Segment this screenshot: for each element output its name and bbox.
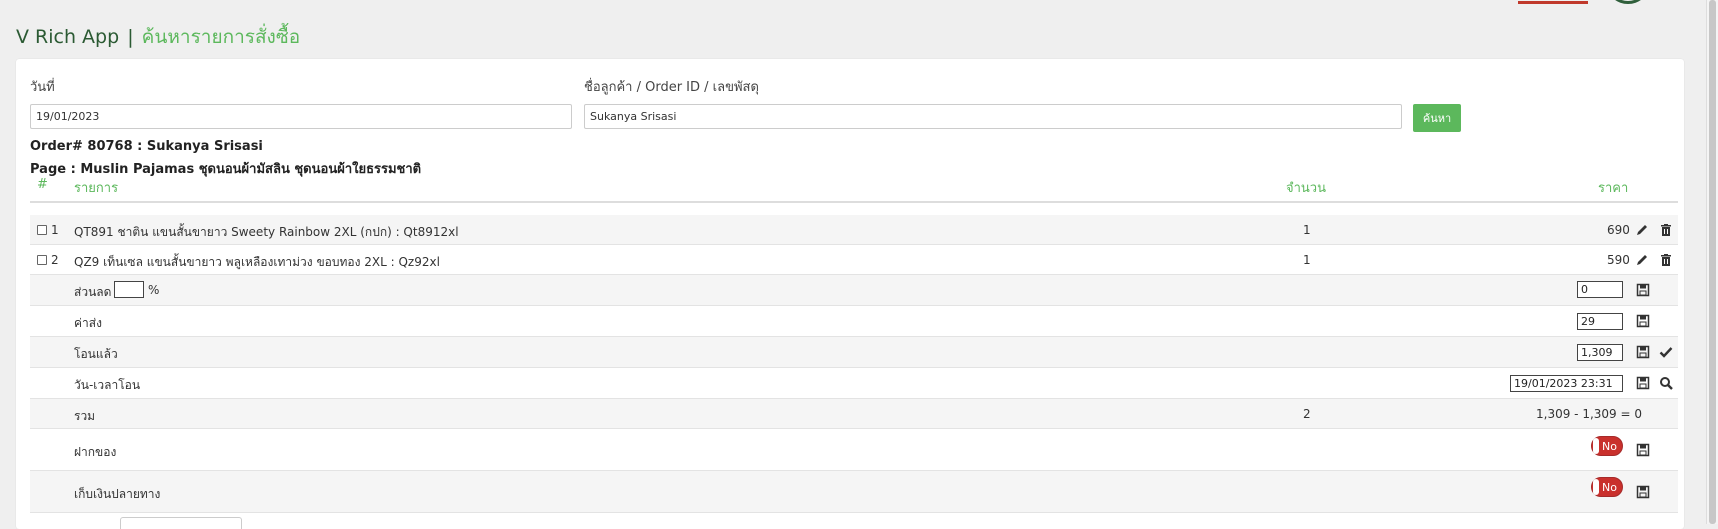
table-row-discount: ส่วนลด % — [30, 275, 1678, 306]
save-icon[interactable] — [1636, 314, 1650, 328]
discount-percent-input[interactable] — [114, 281, 144, 298]
save-icon[interactable] — [1636, 345, 1650, 359]
transfer-datetime-input[interactable] — [1510, 375, 1623, 392]
deposit-toggle-label: No — [1602, 440, 1617, 453]
header-separator: | — [127, 26, 134, 48]
item-price: 590 — [1607, 253, 1630, 267]
row-checkbox[interactable] — [37, 225, 47, 235]
delete-trash-icon[interactable] — [1659, 253, 1673, 267]
item-name: QT891 ชาติน แขนสั้นขายาว Sweety Rainbow … — [74, 225, 459, 239]
customer-label: ชื่อลูกค้า / Order ID / เลขพัสดุ — [584, 80, 759, 95]
app-name: V Rich App — [16, 26, 120, 48]
customer-search-input[interactable] — [584, 104, 1402, 129]
toggle-knob — [1593, 438, 1599, 454]
order-id-line: Order# 80768 : Sukanya Srisasi — [30, 139, 263, 154]
top-right-decor — [1498, 0, 1648, 6]
percent-sign: % — [148, 283, 160, 297]
search-button[interactable]: ค้นหา — [1413, 104, 1461, 132]
total-label: รวม — [74, 409, 96, 423]
row-number: 2 — [51, 253, 59, 267]
table-row-deposit: ฝากของ No — [30, 429, 1678, 471]
table-row-transfer-datetime: วัน-เวลาโอน — [30, 368, 1678, 399]
search-panel: วันที่ ชื่อลูกค้า / Order ID / เลขพัสดุ … — [16, 59, 1684, 529]
cod-toggle[interactable]: No — [1591, 477, 1623, 497]
page-scrollbar[interactable] — [1706, 0, 1718, 524]
discount-label: ส่วนลด — [74, 285, 112, 299]
page-title: ค้นหารายการสั่งซื้อ — [141, 26, 301, 48]
table-row-transferred: โอนแล้ว — [30, 337, 1678, 368]
deposit-toggle[interactable]: No — [1591, 436, 1623, 456]
check-icon[interactable] — [1659, 345, 1673, 359]
cod-toggle-label: No — [1602, 481, 1617, 494]
scrollbar-thumb[interactable] — [1709, 0, 1716, 524]
cod-label: เก็บเงินปลายทาง — [74, 487, 161, 501]
col-item-header: รายการ — [74, 181, 119, 196]
date-input[interactable] — [30, 104, 572, 129]
row-number: 1 — [51, 223, 59, 237]
item-qty: 1 — [1303, 223, 1311, 237]
transferred-label: โอนแล้ว — [74, 347, 118, 361]
save-icon[interactable] — [1636, 485, 1650, 499]
items-table-header: # รายการ จำนวน ราคา — [30, 171, 1678, 203]
table-row-cod: เก็บเงินปลายทาง No — [30, 471, 1678, 513]
transfer-datetime-label: วัน-เวลาโอน — [74, 378, 141, 392]
table-row-item-2: 2 QZ9 เท็นเซล แขนสั้นขายาว พลูเหลืองเทาม… — [30, 245, 1678, 275]
toggle-knob — [1593, 479, 1599, 495]
col-num-header: # — [37, 177, 48, 192]
save-icon[interactable] — [1636, 283, 1650, 297]
edit-pencil-icon[interactable] — [1635, 223, 1649, 237]
page-header: V Rich App | ค้นหารายการสั่งซื้อ — [16, 22, 300, 52]
shipping-label: ค่าส่ง — [74, 316, 102, 330]
date-label: วันที่ — [30, 80, 55, 95]
col-price-header: ราคา — [1598, 181, 1629, 196]
user-avatar[interactable] — [1608, 0, 1648, 4]
table-row-shipping: ค่าส่ง — [30, 306, 1678, 337]
row-checkbox[interactable] — [37, 255, 47, 265]
search-icon[interactable] — [1659, 376, 1673, 390]
item-qty: 1 — [1303, 253, 1311, 267]
partial-input-below[interactable] — [120, 517, 242, 529]
transferred-amount-input[interactable] — [1577, 344, 1623, 361]
top-status-underline — [1518, 0, 1588, 4]
deposit-label: ฝากของ — [74, 445, 117, 459]
delete-trash-icon[interactable] — [1659, 223, 1673, 237]
edit-pencil-icon[interactable] — [1635, 253, 1649, 267]
total-qty: 2 — [1303, 407, 1311, 421]
shipping-amount-input[interactable] — [1577, 313, 1623, 330]
total-balance: 1,309 - 1,309 = 0 — [1536, 407, 1642, 421]
save-icon[interactable] — [1636, 443, 1650, 457]
item-price: 690 — [1607, 223, 1630, 237]
item-name: QZ9 เท็นเซล แขนสั้นขายาว พลูเหลืองเทาม่ว… — [74, 255, 440, 269]
table-row-total: รวม 2 1,309 - 1,309 = 0 — [30, 399, 1678, 429]
table-row-item-1: 1 QT891 ชาติน แขนสั้นขายาว Sweety Rainbo… — [30, 215, 1678, 245]
discount-amount-input[interactable] — [1577, 281, 1623, 298]
save-icon[interactable] — [1636, 376, 1650, 390]
col-qty-header: จำนวน — [1286, 181, 1326, 196]
